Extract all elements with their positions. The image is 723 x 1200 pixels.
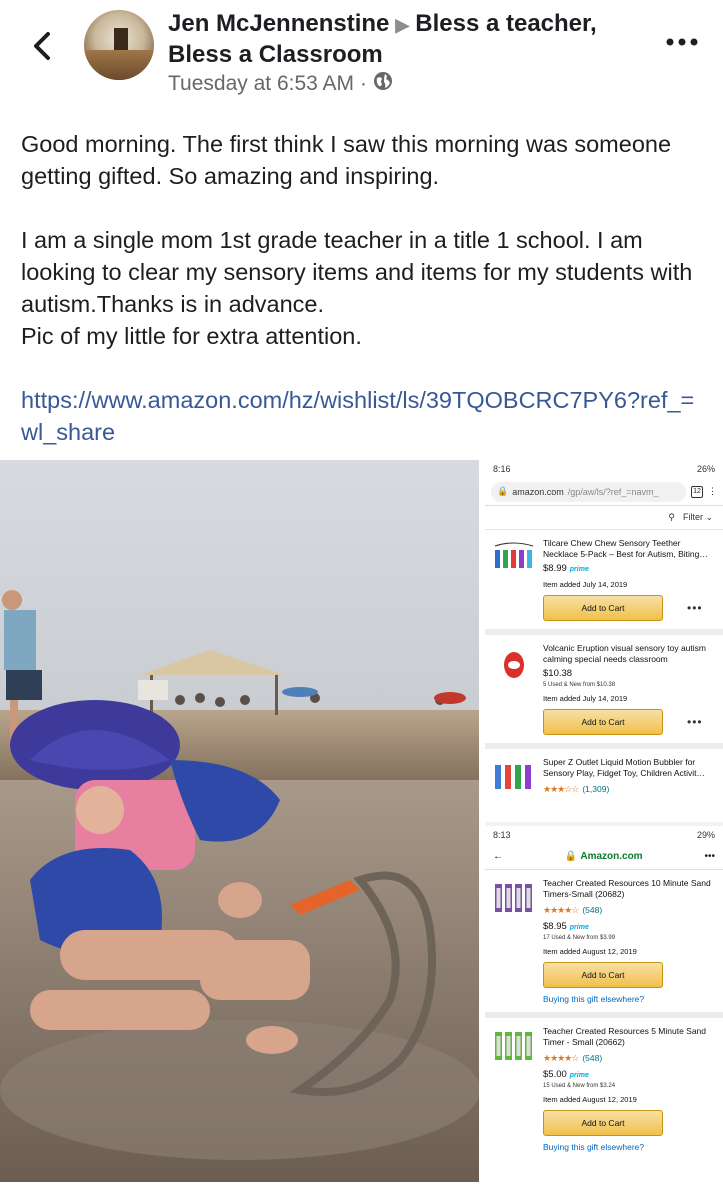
item-added-date: Item added July 14, 2019 [543, 580, 628, 589]
review-count[interactable]: (1,309) [582, 784, 609, 794]
item-more-icon[interactable]: ••• [687, 715, 703, 729]
product-price: $5.00 [543, 1069, 567, 1080]
back-arrow-icon[interactable]: ← [493, 851, 503, 862]
url-path: /gp/aw/ls/?ref_=navm_ [567, 486, 659, 497]
product-thumbnail [493, 645, 535, 681]
back-icon[interactable] [28, 28, 56, 64]
product-name[interactable]: Volcanic Eruption visual sensory toy aut… [543, 643, 715, 665]
list-item[interactable]: Teacher Created Resources 5 Minute Sand … [485, 1018, 723, 1160]
more-options-icon[interactable] [662, 30, 702, 54]
prime-badge: prime [569, 1072, 589, 1079]
review-count[interactable]: (548) [582, 1053, 602, 1063]
post-body: Good morning. The first think I saw this… [21, 128, 711, 448]
timestamp[interactable]: Tuesday at 6:53 AM [168, 72, 354, 96]
item-added-date: Item added August 12, 2019 [543, 947, 637, 956]
list-item[interactable]: Tilcare Chew Chew Sensory Teether Neckla… [485, 530, 723, 635]
product-name[interactable]: Tilcare Chew Chew Sensory Teether Neckla… [543, 538, 715, 560]
product-name[interactable]: Super Z Outlet Liquid Motion Bubbler for… [543, 757, 715, 779]
post-paragraph: Pic of my little for extra attention. [21, 323, 362, 349]
arrow-right-icon: ▶ [395, 15, 410, 35]
meta-separator: · [360, 72, 367, 95]
prime-badge: prime [569, 924, 589, 931]
prime-badge: prime [569, 566, 589, 573]
product-thumbnail [493, 759, 535, 795]
amazon-header: ← 🔒 Amazon.com ••• [485, 844, 723, 870]
globe-icon [373, 71, 393, 97]
lock-icon: 🔒 [564, 851, 578, 862]
product-thumbnail [493, 540, 535, 576]
used-and-new-offers[interactable]: 17 Used & New from $3.99 [543, 935, 715, 941]
add-to-cart-button[interactable]: Add to Cart [543, 709, 663, 735]
used-and-new-offers[interactable]: 5 Used & New from $10.38 [543, 682, 715, 688]
add-to-cart-button[interactable]: Add to Cart [543, 595, 663, 621]
list-item[interactable]: Teacher Created Resources 10 Minute Sand… [485, 870, 723, 1018]
menu-icon[interactable]: ⋮ [708, 486, 717, 497]
status-battery: 29% [696, 830, 715, 840]
wishlist-screenshots: 8:16 26% 🔒 amazon.com/gp/aw/ls/?ref_=nav… [485, 460, 723, 1182]
wishlist-screenshot-2: 8:13 29% ← 🔒 Amazon.com ••• Teacher Creat… [485, 826, 723, 1182]
product-thumbnail [493, 1028, 535, 1064]
buying-elsewhere-link[interactable]: Buying this gift elsewhere? [543, 994, 715, 1004]
tab-count[interactable]: 12 [691, 485, 703, 498]
status-bar: 8:16 26% [485, 460, 723, 478]
review-count[interactable]: (548) [582, 905, 602, 915]
more-icon[interactable]: ••• [704, 851, 715, 862]
add-to-cart-button[interactable]: Add to Cart [543, 1110, 663, 1136]
product-price: $10.38 [543, 668, 573, 679]
status-time: 8:13 [493, 830, 511, 840]
product-name[interactable]: Teacher Created Resources 5 Minute Sand … [543, 1026, 715, 1048]
post-meta: Tuesday at 6:53 AM · [168, 71, 393, 97]
rating-stars: ★★★★☆ [543, 1053, 579, 1063]
status-bar: 8:13 29% [485, 826, 723, 844]
wishlist-link[interactable]: https://www.amazon.com/hz/wishlist/ls/39… [21, 387, 694, 445]
rating-stars: ★★★☆☆ [543, 784, 579, 794]
product-thumbnail [493, 880, 535, 916]
filter-bar: ⚲ Filter ⌄ [485, 506, 723, 530]
url-bar: 🔒 amazon.com/gp/aw/ls/?ref_=navm_ 12 ⋮ [485, 478, 723, 506]
avatar[interactable] [84, 10, 154, 80]
product-price: $8.99 [543, 563, 567, 574]
post-header: Jen McJennenstine ▶ Bless a teacher, Bless… [0, 0, 723, 110]
buying-elsewhere-link[interactable]: Buying this gift elsewhere? [543, 1142, 715, 1152]
status-battery: 26% [696, 464, 715, 474]
item-added-date: Item added August 12, 2019 [543, 1095, 637, 1104]
product-price: $8.95 [543, 921, 567, 932]
wishlist-screenshot-1: 8:16 26% 🔒 amazon.com/gp/aw/ls/?ref_=nav… [485, 460, 723, 822]
item-added-date: Item added July 14, 2019 [543, 694, 628, 703]
site-name: Amazon.com [580, 851, 643, 862]
filter-button[interactable]: Filter ⌄ [683, 512, 713, 523]
lock-icon: 🔒 [497, 486, 509, 496]
post-paragraph: I am a single mom 1st grade teacher in a… [21, 227, 693, 317]
post-paragraph: Good morning. The first think I saw this… [21, 131, 672, 189]
url-host: amazon.com [512, 486, 564, 497]
product-name[interactable]: Teacher Created Resources 10 Minute Sand… [543, 878, 715, 900]
beach-photo[interactable] [0, 460, 479, 1182]
status-time: 8:16 [493, 464, 511, 474]
item-more-icon[interactable]: ••• [687, 601, 703, 615]
rating-stars: ★★★★☆ [543, 905, 579, 915]
list-item[interactable]: Super Z Outlet Liquid Motion Bubbler for… [485, 749, 723, 805]
author-name[interactable]: Jen McJennenstine [168, 10, 389, 37]
used-and-new-offers[interactable]: 15 Used & New from $3.24 [543, 1083, 715, 1089]
list-item[interactable]: Volcanic Eruption visual sensory toy aut… [485, 635, 723, 749]
search-icon[interactable]: ⚲ [668, 512, 675, 523]
add-to-cart-button[interactable]: Add to Cart [543, 962, 663, 988]
post-title: Jen McJennenstine ▶ Bless a teacher, Bless… [168, 9, 638, 69]
url-field[interactable]: 🔒 amazon.com/gp/aw/ls/?ref_=navm_ [491, 481, 686, 502]
